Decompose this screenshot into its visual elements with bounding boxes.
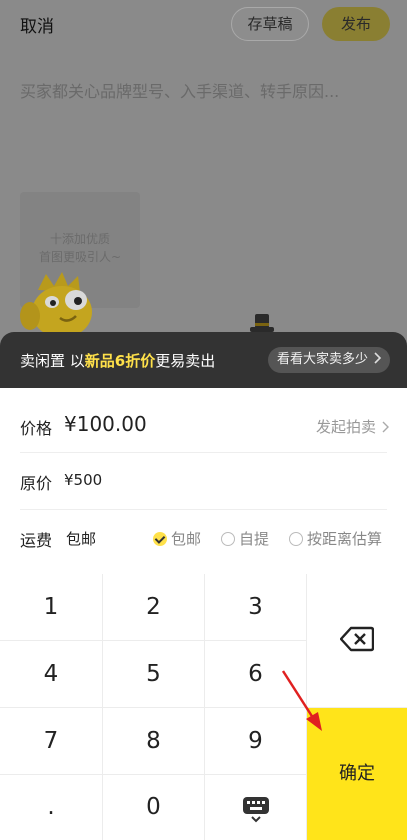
radio-unchecked-icon <box>289 532 303 546</box>
divider <box>20 509 387 510</box>
shipping-value: 包邮 <box>66 530 97 548</box>
promo-text-prefix: 卖闲置 以 <box>20 352 85 370</box>
chevron-right-icon <box>382 421 389 433</box>
top-bar: 取消 存草稿 发布 <box>0 0 407 50</box>
promo-highlight: 新品6折价 <box>84 352 156 370</box>
promo-banner: 卖闲置 以新品6折价更易卖出 看看大家卖多少 <box>0 332 407 388</box>
delete-button[interactable] <box>307 574 407 707</box>
key-4[interactable]: 4 <box>0 641 102 707</box>
key-8[interactable]: 8 <box>103 708 204 774</box>
price-sheet: 价格 ¥100.00 发起拍卖 原价 ¥500 运费 包邮 包邮 自提 按距离估… <box>0 388 407 574</box>
price-input[interactable]: ¥100.00 <box>64 412 147 436</box>
shipping-option-pickup[interactable]: 自提 <box>221 528 269 549</box>
shipping-label: 运费 <box>20 531 53 550</box>
key-0[interactable]: 0 <box>103 775 204 840</box>
radio-checked-icon <box>153 532 167 546</box>
price-reference-link[interactable]: 看看大家卖多少 <box>268 347 390 373</box>
key-3[interactable]: 3 <box>205 574 306 640</box>
backspace-icon <box>340 626 374 652</box>
confirm-button[interactable]: 确定 <box>307 708 407 840</box>
hide-keyboard-button[interactable] <box>205 775 306 840</box>
promo-text: 卖闲置 以新品6折价更易卖出 <box>20 350 215 371</box>
promo-text-suffix: 更易卖出 <box>155 352 216 370</box>
keyboard-icon <box>243 797 269 823</box>
key-7[interactable]: 7 <box>0 708 102 774</box>
radio-unchecked-icon <box>221 532 235 546</box>
price-label: 价格 <box>20 419 53 438</box>
key-1[interactable]: 1 <box>0 574 102 640</box>
original-price-input[interactable]: ¥500 <box>64 471 102 489</box>
divider <box>20 452 387 453</box>
cancel-button[interactable]: 取消 <box>20 12 54 37</box>
start-auction-link[interactable]: 发起拍卖 <box>316 416 390 437</box>
add-photo-hint-line1: 十添加优质 <box>49 232 110 246</box>
shipping-option-pickup-label: 自提 <box>239 530 270 548</box>
add-photo-hint-line2: 首图更吸引人~ <box>38 250 122 264</box>
shipping-option-distance[interactable]: 按距离估算 <box>289 528 382 549</box>
price-reference-label: 看看大家卖多少 <box>277 352 369 367</box>
start-auction-label: 发起拍卖 <box>316 418 377 436</box>
shipping-option-free[interactable]: 包邮 <box>153 528 201 549</box>
key-6[interactable]: 6 <box>205 641 306 707</box>
original-price-label: 原价 <box>20 474 53 493</box>
publish-button[interactable]: 发布 <box>322 7 390 41</box>
save-draft-button[interactable]: 存草稿 <box>231 7 309 41</box>
add-photo-hint: 十添加优质 首图更吸引人~ <box>20 230 140 266</box>
top-hat-icon <box>250 314 274 332</box>
description-placeholder[interactable]: 买家都关心品牌型号、入手渠道、转手原因... <box>20 78 339 102</box>
chevron-right-icon <box>374 352 382 364</box>
key-2[interactable]: 2 <box>103 574 204 640</box>
shipping-option-free-label: 包邮 <box>171 530 202 548</box>
key-5[interactable]: 5 <box>103 641 204 707</box>
key-decimal[interactable]: . <box>0 775 102 840</box>
numeric-keypad: 1 2 3 4 5 6 7 8 9 . 0 确定 <box>0 574 407 840</box>
shipping-option-distance-label: 按距离估算 <box>307 530 383 548</box>
key-9[interactable]: 9 <box>205 708 306 774</box>
